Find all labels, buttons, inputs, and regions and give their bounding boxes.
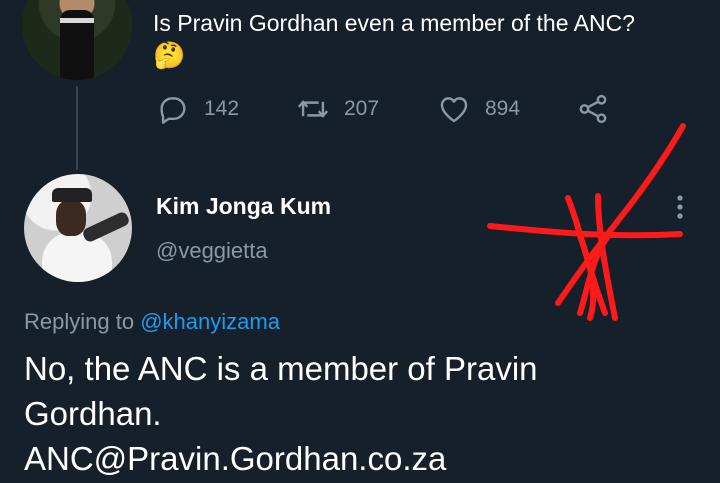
red-scribble-annotation <box>487 123 686 321</box>
avatar-belt <box>60 18 94 23</box>
avatar-shirt <box>42 232 112 282</box>
reply-author-avatar[interactable] <box>24 174 132 282</box>
thread-connector-line <box>76 86 78 170</box>
reply-tweet-text: No, the ANC is a member of Pravin Gordha… <box>24 346 704 481</box>
retweet-icon <box>297 100 329 118</box>
reply-icon <box>160 97 186 124</box>
reply-author-handle[interactable]: @veggietta <box>156 238 268 264</box>
reply-author-name[interactable]: Kim Jonga Kum <box>156 193 331 220</box>
reply-text-line: Gordhan. <box>24 395 162 432</box>
replying-prefix: Replying to <box>24 309 135 334</box>
thinking-emoji: 🤔 <box>153 40 186 70</box>
top-tweet-text: Is Pravin Gordhan even a member of the A… <box>153 10 635 36</box>
like-icon <box>440 97 468 123</box>
reply-count: 142 <box>204 97 240 120</box>
reply-text-line: No, the ANC is a member of Pravin <box>24 350 538 387</box>
avatar-arm <box>81 210 131 244</box>
reply-text-line: ANC@Pravin.Gordhan.co.za <box>24 440 447 477</box>
retweet-count: 207 <box>344 97 380 120</box>
reply-button[interactable]: 142 <box>156 92 239 126</box>
avatar-hat <box>52 188 92 202</box>
replying-to-handle-link[interactable]: @khanyizama <box>140 309 280 334</box>
top-tweet-avatar[interactable] <box>22 0 132 80</box>
avatar-face <box>56 200 86 236</box>
retweet-button[interactable]: 207 <box>296 92 379 126</box>
replying-to-line: Replying to @khanyizama <box>24 309 280 335</box>
